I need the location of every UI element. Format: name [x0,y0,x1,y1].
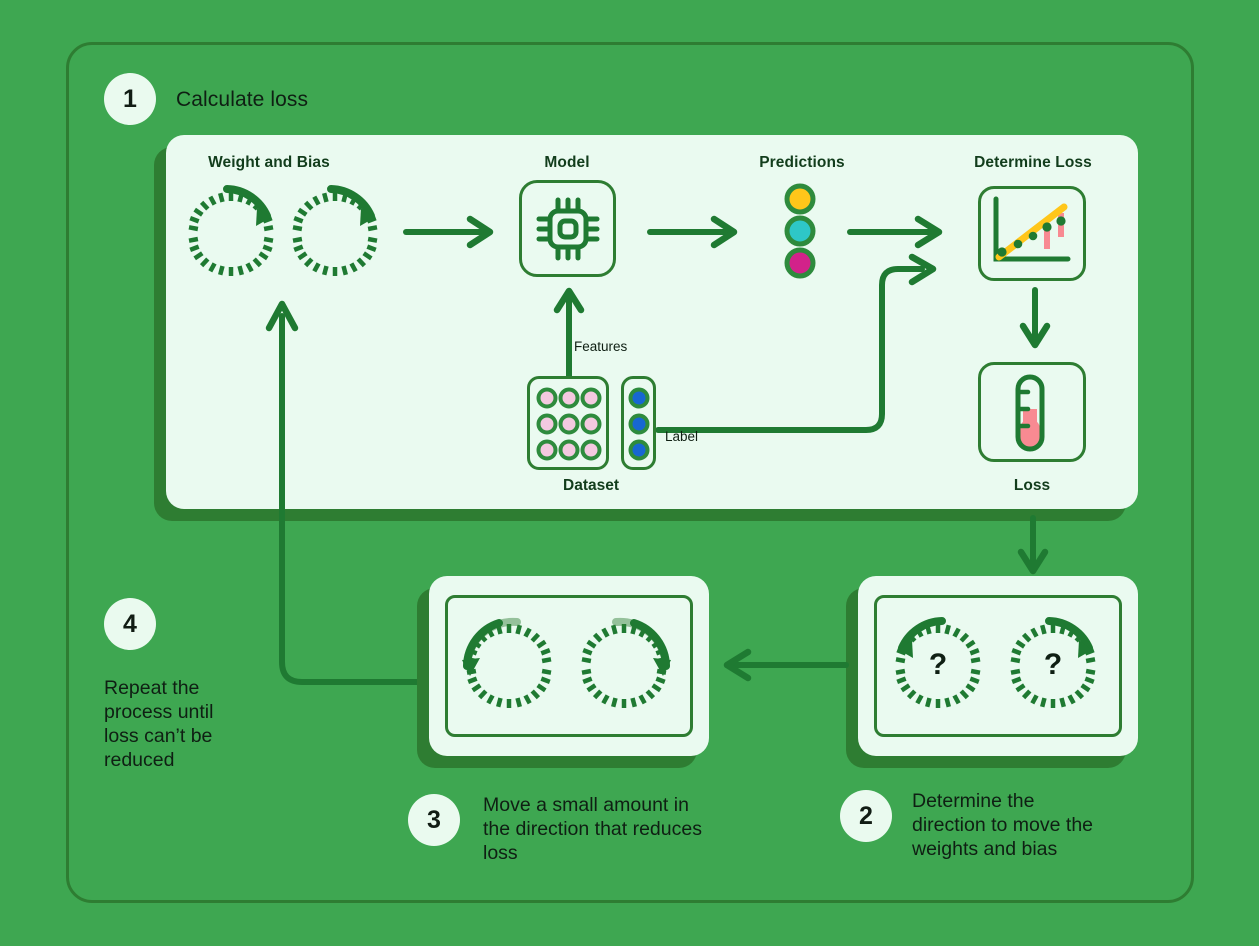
diagram-canvas: 1 Calculate loss Weight and Bias Model P… [0,0,1259,946]
thermometer-icon [1010,373,1056,453]
scatter-plot-regression-icon [988,195,1076,273]
arrow-dataset-to-model [551,287,587,380]
step-badge-2-number: 2 [859,801,873,830]
step3-dial-left-icon [461,617,557,714]
step-4-description: Repeat the process until loss can’t be r… [104,677,214,771]
arrow-model-to-predictions [647,212,740,252]
path-label-to-loss [650,253,950,440]
dataset-feature-grid [534,385,604,463]
caption-dataset: Dataset [563,477,619,494]
step2-dial-right-mark: ? [1044,648,1062,681]
step2-dial-left-icon: ? [890,617,986,714]
step-2-description: Determine the direction to move the weig… [912,790,1094,860]
bias-dial-icon [287,185,383,282]
step-badge-2: 2 [840,790,892,842]
section-title-model: Model [544,154,590,171]
step2-dial-right-icon: ? [1005,617,1101,714]
step-badge-3: 3 [408,794,460,846]
section-title-predictions: Predictions [759,154,845,171]
step3-dial-right-icon [576,617,672,714]
arrow-step2-to-step3 [718,645,850,685]
feedback-loop-arrow [262,296,452,696]
weight-dial-icon [183,185,279,282]
caption-loss: Loss [1013,477,1051,494]
step-1-title: Calculate loss [176,88,309,111]
arrow-chart-to-loss [1017,287,1053,350]
step-badge-1: 1 [104,73,156,125]
step-badge-4: 4 [104,598,156,650]
arrow-loss-to-step2 [1015,515,1051,576]
edge-label-label: Label [665,429,699,444]
arrow-dials-to-model [403,212,496,252]
edge-label-features: Features [574,339,628,354]
arrow-predictions-to-loss [847,212,946,252]
step2-dial-left-mark: ? [929,648,947,681]
dataset-label-column [628,385,650,463]
section-title-determine-loss: Determine Loss [974,154,1092,171]
cpu-chip-icon [535,196,601,262]
step-badge-1-number: 1 [123,84,137,113]
step-3-description: Move a small amount in the direction tha… [483,794,702,864]
section-title-weight-and-bias: Weight and Bias [208,154,330,171]
step-badge-3-number: 3 [427,805,441,834]
step-badge-4-number: 4 [123,609,137,638]
